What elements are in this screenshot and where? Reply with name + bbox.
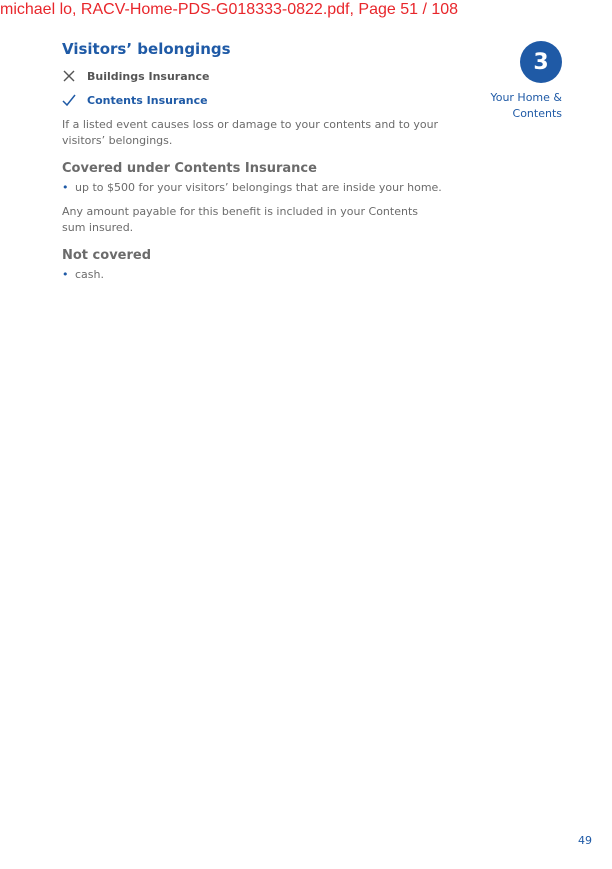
list-item: • cash. bbox=[62, 267, 462, 283]
intro-paragraph: If a listed event causes loss or damage … bbox=[62, 118, 439, 147]
cover-type-contents: Contents Insurance bbox=[62, 91, 462, 109]
watermark-text: michael lo, RACV-Home-PDS-G018333-0822.p… bbox=[0, 1, 459, 18]
page-number: 49 bbox=[578, 834, 592, 847]
chapter-label-line: Contents bbox=[512, 107, 562, 120]
not-covered-heading: Not covered bbox=[62, 248, 152, 263]
list-item-text: up to $500 for your visitors’ belongings… bbox=[75, 181, 442, 194]
check-icon bbox=[62, 94, 76, 107]
bullet-icon: • bbox=[62, 268, 69, 281]
section-content: Visitors’ belongings Buildings Insurance… bbox=[62, 40, 462, 283]
cover-type-buildings: Buildings Insurance bbox=[62, 67, 462, 85]
chapter-number-badge: 3 bbox=[520, 41, 562, 83]
cross-icon bbox=[63, 70, 75, 82]
cover-type-label: Buildings Insurance bbox=[87, 69, 210, 83]
list-item-text: cash. bbox=[75, 268, 104, 281]
covered-list: • up to $500 for your visitors’ belongin… bbox=[62, 180, 462, 196]
list-item: • up to $500 for your visitors’ belongin… bbox=[62, 180, 462, 196]
not-covered-list: • cash. bbox=[62, 267, 462, 283]
cover-type-label: Contents Insurance bbox=[87, 93, 208, 107]
bullet-icon: • bbox=[62, 181, 69, 194]
section-title: Visitors’ belongings bbox=[62, 40, 231, 58]
chapter-label-line: Your Home & bbox=[490, 91, 562, 104]
chapter-label: Your Home & Contents bbox=[452, 90, 562, 122]
covered-heading: Covered under Contents Insurance bbox=[62, 161, 317, 176]
note-paragraph: Any amount payable for this benefit is i… bbox=[62, 205, 418, 234]
